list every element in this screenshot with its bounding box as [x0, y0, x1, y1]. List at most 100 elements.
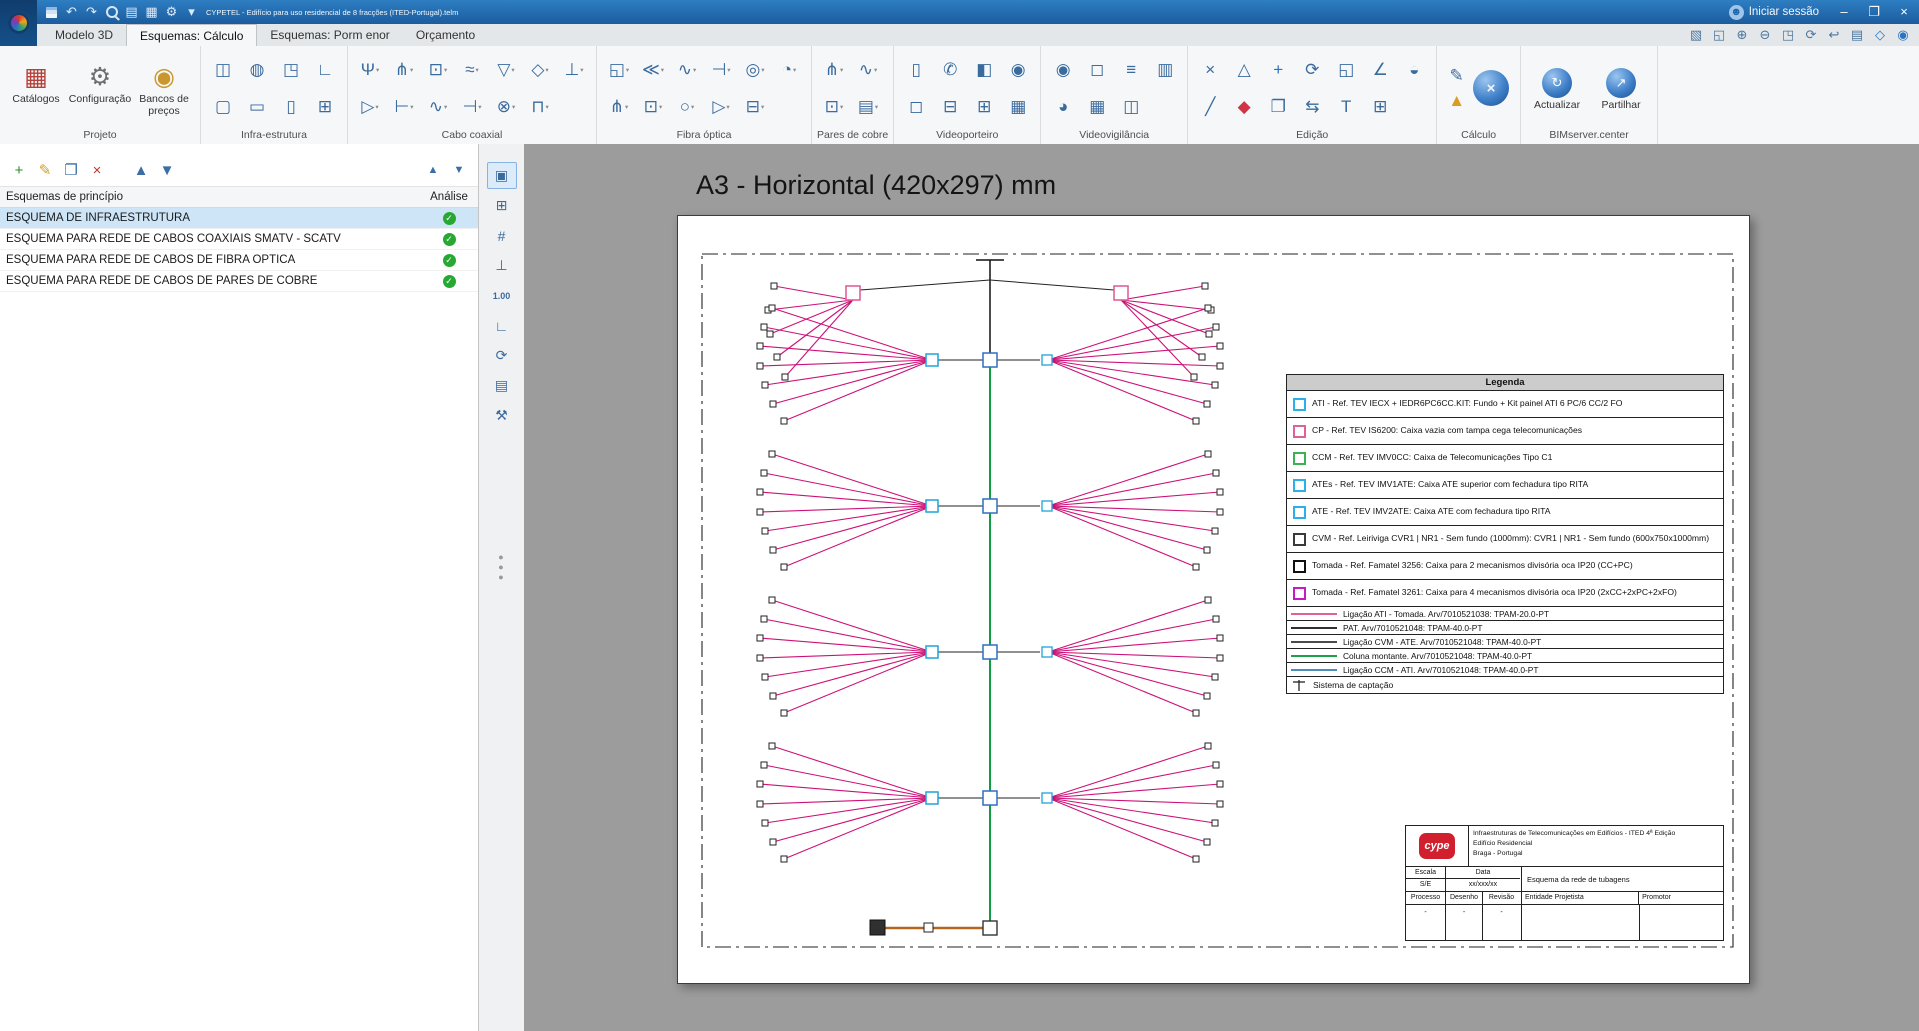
derivador-icon[interactable]: ⊢	[394, 98, 413, 115]
vista-anterior-icon[interactable]: ↩	[1824, 26, 1844, 44]
carga-icon[interactable]: ⊥	[564, 61, 583, 78]
distribuidor-icon[interactable]: ⊞	[977, 98, 991, 115]
panel-splitter[interactable]: ●●●	[498, 552, 504, 582]
misturador-icon[interactable]: ⊗	[497, 98, 516, 115]
atenuador-fo-icon[interactable]: ⊣	[711, 61, 730, 78]
agrupar-icon[interactable]: ⊞	[1373, 98, 1387, 115]
router-icon[interactable]: ◫	[1123, 98, 1139, 115]
app-menu-button[interactable]	[0, 0, 37, 46]
drawing-canvas[interactable]: A3 - Horizontal (420x297) mm	[524, 144, 1919, 1031]
close-button[interactable]: ×	[1889, 0, 1919, 24]
poligono-icon[interactable]: △	[1238, 61, 1251, 78]
canalizacao-icon[interactable]: ◫	[215, 61, 231, 78]
verificar-icon[interactable]: ▲	[1448, 92, 1465, 109]
texto-icon[interactable]: T	[1341, 98, 1351, 115]
camara-cctv-icon[interactable]: ◉	[1056, 61, 1071, 78]
zoom-button[interactable]	[102, 2, 121, 22]
tomada-tv-icon[interactable]: ⊡	[429, 61, 448, 78]
camara-dome-icon[interactable]: ◕	[1058, 98, 1068, 115]
mao-icon[interactable]: ◇	[1870, 26, 1890, 44]
zoom-janela-icon[interactable]: ◱	[1709, 26, 1729, 44]
caixa-emenda-icon[interactable]: ◱	[609, 61, 629, 78]
repartidor-fo-icon[interactable]: ⋔	[610, 98, 629, 115]
roseta-fo-icon[interactable]: ◎	[745, 61, 764, 78]
opcoes-calculo-icon[interactable]: ✎	[1448, 67, 1465, 84]
tomada-rj45-icon[interactable]: ⊡	[825, 98, 844, 115]
copiar-icon[interactable]: ❐	[1271, 98, 1286, 115]
quadro-icon[interactable]: ▭	[249, 98, 265, 115]
camara-porteiro-icon[interactable]: ◉	[1011, 61, 1026, 78]
zoom-menos-icon[interactable]: ⊖	[1755, 26, 1775, 44]
monitor-icon[interactable]: ◻	[909, 98, 923, 115]
move-up-button[interactable]: ▲	[128, 158, 154, 182]
servidor-icon[interactable]: ▥	[1157, 61, 1173, 78]
imprimir-vista-icon[interactable]: ▤	[1847, 26, 1867, 44]
regenerar-icon[interactable]: ⟳	[487, 342, 517, 369]
cabo-pares-icon[interactable]: ∿	[859, 61, 878, 78]
alimentador-icon[interactable]: ⊟	[943, 98, 957, 115]
filtro-icon[interactable]: ▽	[497, 61, 514, 78]
telefone-icon[interactable]: ✆	[943, 61, 957, 78]
panel-next-button[interactable]: ▼	[446, 158, 472, 182]
interseccao-icon[interactable]: ◒	[1409, 61, 1419, 78]
login-button[interactable]: ☻ Iniciar sessão	[1719, 5, 1829, 20]
zoom-mais-icon[interactable]: ⊕	[1732, 26, 1752, 44]
equalizador-icon[interactable]: ≈	[465, 61, 479, 78]
ajuste-icon[interactable]: #	[487, 222, 517, 249]
grelha-icon[interactable]: ⊞	[487, 192, 517, 219]
imprimir-button[interactable]: ▤	[122, 2, 141, 22]
restore-button[interactable]: ❐	[1859, 0, 1889, 24]
regleta-icon[interactable]: ▤	[858, 98, 878, 115]
camara-visita-icon[interactable]: ◳	[283, 61, 299, 78]
gravador-icon[interactable]: ▦	[1089, 98, 1105, 115]
vista-actual-icon[interactable]: ▣	[487, 162, 517, 189]
cotas-icon[interactable]: ⊥	[487, 252, 517, 279]
armario-icon[interactable]: ▯	[286, 98, 295, 115]
escala-edicao-icon[interactable]: ◱	[1338, 61, 1354, 78]
schema-list-item[interactable]: ESQUEMA PARA REDE DE CABOS DE PARES DE C…	[0, 271, 478, 292]
ribbon-tab[interactable]: Esquemas: Porm enor	[257, 24, 402, 46]
escala-icon[interactable]: 1.00	[487, 282, 517, 309]
desfazer-button[interactable]: ↶	[62, 2, 81, 22]
switch-icon[interactable]: ≡	[1126, 61, 1136, 78]
ribbon-tab[interactable]: Modelo 3D	[42, 24, 126, 46]
tracado-icon[interactable]: ∟	[317, 61, 334, 78]
ponte-icon[interactable]: ⊓	[531, 98, 549, 115]
schema-list-item[interactable]: ESQUEMA PARA REDE DE CABOS COAXIAIS SMAT…	[0, 229, 478, 250]
mover-icon[interactable]: +	[1273, 61, 1283, 78]
partilhar-button[interactable]: ↗ Partilhar	[1590, 65, 1652, 112]
calcular-button[interactable]: ×	[1473, 70, 1509, 106]
linha-icon[interactable]: ╱	[1205, 98, 1215, 115]
cabo-coaxial-icon[interactable]: ∿	[429, 98, 448, 115]
conversor-icon[interactable]: ◇	[531, 61, 548, 78]
adaptador-fo-icon[interactable]: ⊟	[746, 98, 765, 115]
configuracao-button[interactable]: ⚙ Configuração	[69, 59, 131, 118]
amplificador-icon[interactable]: ▷	[361, 98, 378, 115]
editar-icon[interactable]: ◆	[1238, 98, 1251, 115]
minimize-button[interactable]: –	[1829, 0, 1859, 24]
folha-icon[interactable]: ▤	[487, 372, 517, 399]
personalizar-button[interactable]: ▾	[182, 2, 201, 22]
panel-prev-button[interactable]: ▲	[420, 158, 446, 182]
repartidor-cobre-icon[interactable]: ⋔	[825, 61, 844, 78]
medir-icon[interactable]: ∠	[1373, 61, 1388, 78]
angulo-icon[interactable]: ∟	[487, 312, 517, 339]
splitter-fo-icon[interactable]: ≪	[642, 61, 664, 78]
redesenhar-icon[interactable]: ⟳	[1801, 26, 1821, 44]
conector-fo-icon[interactable]: ○	[680, 98, 695, 115]
simetria-icon[interactable]: ⇆	[1305, 98, 1319, 115]
repartidor-icon[interactable]: ⋔	[395, 61, 414, 78]
central-icon[interactable]: ▦	[1010, 98, 1026, 115]
edit-schema-button[interactable]: ✎	[32, 158, 58, 182]
rodar-icon[interactable]: ⟳	[1305, 61, 1319, 78]
apagar-icon[interactable]: ×	[1205, 61, 1215, 78]
captura-button[interactable]: ▦	[142, 2, 161, 22]
zoom-total-icon[interactable]: ◳	[1778, 26, 1798, 44]
abre-portas-icon[interactable]: ◧	[976, 61, 992, 78]
tomada-fo-icon[interactable]: ⊡	[644, 98, 663, 115]
drawing-sheet[interactable]: Legenda ATI - Ref. TEV IECX + IEDR6PC6CC…	[677, 215, 1750, 984]
add-schema-button[interactable]: +	[6, 158, 32, 182]
tubos-icon[interactable]: ◍	[250, 61, 265, 78]
opcoes-button[interactable]: ⚙	[162, 2, 181, 22]
move-down-button[interactable]: ▼	[154, 158, 180, 182]
